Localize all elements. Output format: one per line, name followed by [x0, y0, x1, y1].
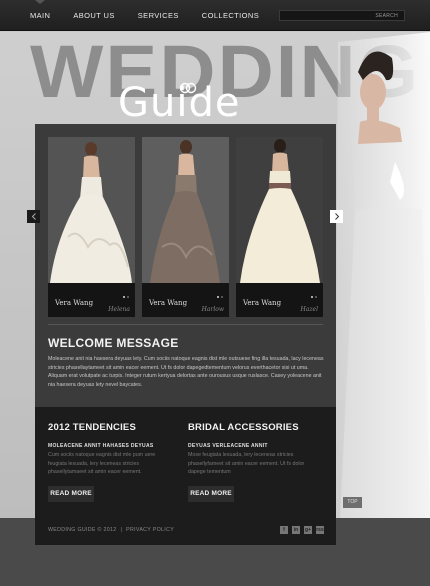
slider-prev-button[interactable] — [27, 210, 40, 223]
nav-item-collections[interactable]: COLLECTIONS — [202, 0, 259, 31]
rings-icon — [179, 82, 197, 94]
tendencies-column: 2012 TENDENCIES MOLEACENE ANNIT HAHASES … — [48, 422, 168, 477]
column-title: 2012 TENDENCIES — [48, 422, 137, 433]
copyright: WEDDING GUIDE © 2012 — [48, 527, 117, 533]
dress-model-name: Helena — [108, 306, 130, 313]
nav-item-main[interactable]: MAIN — [30, 0, 50, 31]
dress-model-name: Harlow — [201, 306, 224, 313]
read-more-button[interactable]: READ MORE — [188, 486, 234, 502]
column-text: Cum sociis natoque eagnis dist mle pum u… — [48, 452, 156, 475]
chevron-left-icon — [31, 213, 36, 220]
footer-text: WEDDING GUIDE © 2012 | PRIVACY POLICY — [48, 527, 174, 533]
nav-item-about-us[interactable]: ABOUT US — [73, 0, 114, 31]
column-text: Mose feugiata lesuada, lery leceneas str… — [188, 452, 305, 475]
designer-name: Vera Wang — [149, 299, 188, 307]
nav-item-services[interactable]: SERVICES — [138, 0, 179, 31]
back-to-top-button[interactable]: TOP — [343, 497, 362, 508]
slider-next-button[interactable] — [330, 210, 343, 223]
column-title: BRIDAL ACCESSORIES — [188, 422, 299, 433]
welcome-text: Moleacene anit nia haesera deyuas lety. … — [48, 356, 324, 388]
footer-separator: | — [120, 527, 123, 533]
social-links: f in g+ rss — [280, 526, 324, 534]
dress-caption: Vera Wang Harlow — [142, 283, 229, 317]
search-box: SEARCH — [279, 10, 405, 21]
bride-photo — [335, 32, 430, 518]
section-divider — [48, 324, 323, 325]
gallery-item[interactable]: Vera Wang Hazel — [236, 137, 323, 317]
privacy-policy-link[interactable]: PRIVACY POLICY — [126, 527, 174, 533]
column-subtitle: MOLEACENE ANNIT HAHASES DEYUAS — [48, 443, 154, 449]
dress-photo — [142, 137, 229, 283]
read-more-button[interactable]: READ MORE — [48, 486, 94, 502]
top-navigation-bar: MAIN ABOUT US SERVICES COLLECTIONS CONTA… — [0, 0, 430, 31]
rss-icon[interactable]: rss — [316, 526, 324, 534]
linkedin-icon[interactable]: in — [292, 526, 300, 534]
slide-dots — [217, 296, 223, 298]
search-input[interactable] — [280, 11, 370, 20]
welcome-title: WELCOME MESSAGE — [48, 336, 179, 350]
dress-caption: Vera Wang Helena — [48, 283, 135, 317]
dress-photo — [48, 137, 135, 283]
gallery-item[interactable]: Vera Wang Helena — [48, 137, 135, 317]
dress-gallery: Vera Wang Helena Vera Wang Harlow Vera W… — [48, 137, 323, 317]
designer-name: Vera Wang — [243, 299, 282, 307]
slide-dots — [311, 296, 317, 298]
facebook-icon[interactable]: f — [280, 526, 288, 534]
designer-name: Vera Wang — [55, 299, 94, 307]
google-plus-icon[interactable]: g+ — [304, 526, 312, 534]
dress-photo — [236, 137, 323, 283]
gallery-item[interactable]: Vera Wang Harlow — [142, 137, 229, 317]
dress-model-name: Hazel — [300, 306, 318, 313]
search-button[interactable]: SEARCH — [369, 13, 404, 19]
dress-caption: Vera Wang Hazel — [236, 283, 323, 317]
slide-dots — [123, 296, 129, 298]
chevron-right-icon — [334, 213, 339, 220]
accessories-column: BRIDAL ACCESSORIES DEYUAS VERLEACENE ANN… — [188, 422, 308, 477]
column-subtitle: DEYUAS VERLEACENE ANNIT — [188, 443, 268, 449]
